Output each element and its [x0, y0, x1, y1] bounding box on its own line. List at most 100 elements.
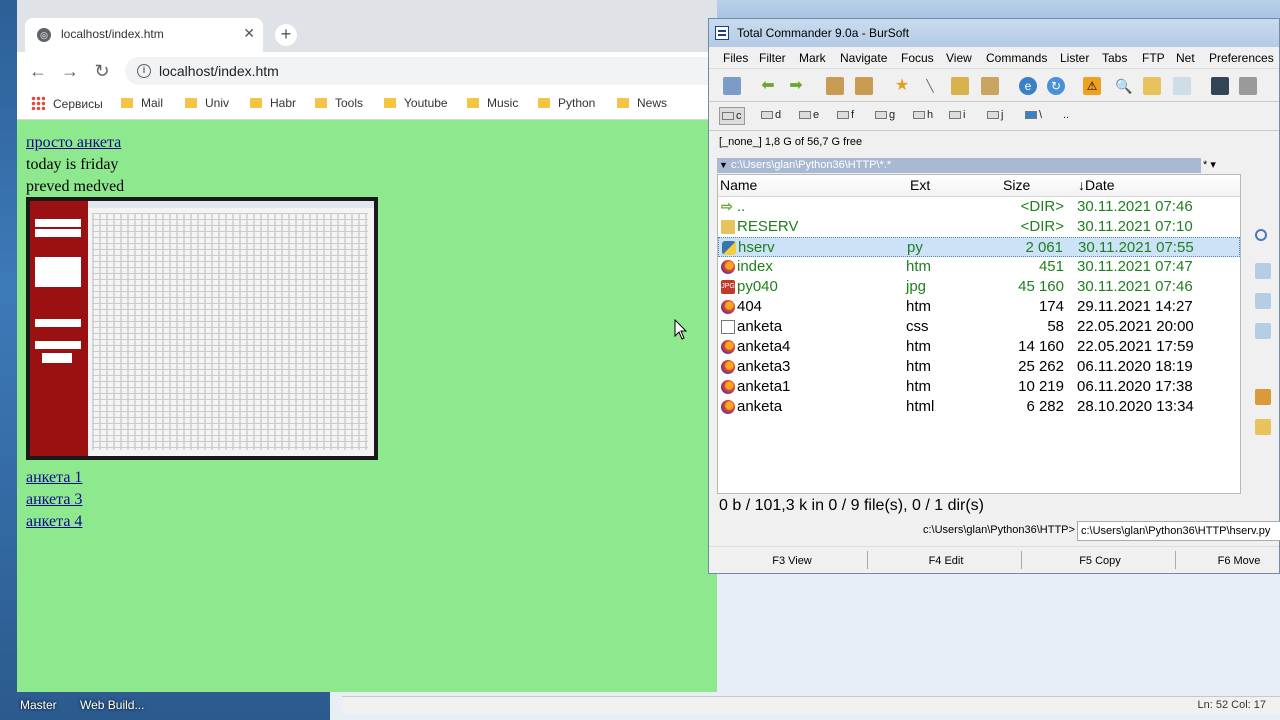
- menu-commands[interactable]: Commands: [986, 51, 1047, 65]
- file-row[interactable]: index htm 451 30.11.2021 07:47: [718, 257, 1240, 277]
- bookmark-services[interactable]: Сервисы: [31, 96, 103, 111]
- file-row[interactable]: anketa3 htm 25 262 06.11.2020 18:19: [718, 357, 1240, 377]
- forward-arrow-icon[interactable]: ➡: [787, 77, 805, 95]
- warning-icon[interactable]: ⚠: [1083, 77, 1101, 95]
- folder-icon[interactable]: [1143, 77, 1161, 95]
- tc-command-input[interactable]: [1077, 521, 1280, 541]
- compare-icon[interactable]: [951, 77, 969, 95]
- sync-icon[interactable]: ↻: [1047, 77, 1065, 95]
- col-date[interactable]: ↓Date: [1078, 177, 1115, 193]
- tree-icon[interactable]: [1239, 77, 1257, 95]
- taskbar-item-master[interactable]: Master: [20, 698, 57, 712]
- bookmark-news[interactable]: News: [617, 96, 667, 110]
- bookmark-youtube[interactable]: Youtube: [384, 96, 448, 110]
- new-folder-icon[interactable]: [1255, 419, 1271, 435]
- info-icon[interactable]: i: [137, 64, 151, 78]
- list-icon[interactable]: [1255, 293, 1271, 309]
- menu-filter[interactable]: Filter: [759, 51, 786, 65]
- link-anketa-4[interactable]: анкета 4: [26, 513, 82, 531]
- search-icon[interactable]: [1255, 229, 1267, 241]
- total-commander-window: Total Commander 9.0a - BurSoft Files Fil…: [708, 18, 1280, 574]
- f6-move-button[interactable]: F6 Move: [1179, 555, 1280, 567]
- bookmark-python[interactable]: Python: [538, 96, 595, 110]
- f4-edit-button[interactable]: F4 Edit: [871, 555, 1021, 567]
- move-icon[interactable]: [1255, 389, 1271, 405]
- drive-c-button[interactable]: c: [719, 107, 745, 125]
- file-row[interactable]: anketa1 htm 10 219 06.11.2020 17:38: [718, 377, 1240, 397]
- view-icon[interactable]: [1255, 263, 1271, 279]
- drive-root-button[interactable]: ..: [1063, 109, 1069, 121]
- close-tab-icon[interactable]: ✕: [243, 25, 255, 42]
- f3-view-button[interactable]: F3 View: [717, 555, 867, 567]
- drive-g-button[interactable]: g: [875, 109, 895, 121]
- terminal-icon[interactable]: [1211, 77, 1229, 95]
- back-arrow-icon[interactable]: ⬅: [759, 77, 777, 95]
- bookmark-tools[interactable]: Tools: [315, 96, 363, 110]
- file-row[interactable]: 404 htm 174 29.11.2021 14:27: [718, 297, 1240, 317]
- search-icon[interactable]: 🔍: [1115, 77, 1133, 95]
- tc-command-line: c:\Users\glan\Python36\HTTP>: [709, 519, 1280, 543]
- menu-lister[interactable]: Lister: [1060, 51, 1089, 65]
- link-anketa-3[interactable]: анкета 3: [26, 491, 82, 509]
- unpack-icon[interactable]: [855, 77, 873, 95]
- reload-icon[interactable]: ↻: [91, 60, 113, 82]
- pack-icon[interactable]: [826, 77, 844, 95]
- drive-j-button[interactable]: j: [987, 109, 1003, 121]
- taskbar-item-web-build[interactable]: Web Build...: [80, 698, 144, 712]
- menu-navigate[interactable]: Navigate: [840, 51, 887, 65]
- file-row[interactable]: JPG py040 jpg 45 160 30.11.2021 07:46: [718, 277, 1240, 297]
- file-name: anketa: [737, 398, 783, 415]
- details-icon[interactable]: [1255, 323, 1271, 339]
- file-row[interactable]: ⇨.. <DIR> 30.11.2021 07:46: [718, 197, 1240, 217]
- menu-focus[interactable]: Focus: [901, 51, 934, 65]
- globe-icon: ◎: [37, 28, 51, 42]
- file-row[interactable]: anketa css 58 22.05.2021 20:00: [718, 317, 1240, 337]
- drive-e-button[interactable]: e: [799, 109, 819, 121]
- new-tab-button[interactable]: +: [275, 24, 297, 46]
- menu-net[interactable]: Net: [1176, 51, 1195, 65]
- bookmark-label: Сервисы: [53, 97, 103, 111]
- f5-copy-button[interactable]: F5 Copy: [1025, 555, 1175, 567]
- drive-network-button[interactable]: \: [1025, 109, 1042, 121]
- menu-tabs[interactable]: Tabs: [1102, 51, 1127, 65]
- bookmark-habr[interactable]: Habr: [250, 96, 296, 110]
- file-row[interactable]: RESERV <DIR> 30.11.2021 07:10: [718, 217, 1240, 237]
- file-row[interactable]: anketa html 6 282 28.10.2020 13:34: [718, 397, 1240, 417]
- col-name[interactable]: Name: [720, 177, 757, 193]
- menu-ftp[interactable]: FTP: [1142, 51, 1165, 65]
- menu-view[interactable]: View: [946, 51, 972, 65]
- menu-files[interactable]: Files: [723, 51, 748, 65]
- menu-preferences[interactable]: Preferences: [1209, 51, 1274, 65]
- file-size: 174: [1038, 298, 1064, 315]
- tc-path-buttons[interactable]: * ▾: [1203, 158, 1216, 171]
- link-prosto-anketa[interactable]: просто анкета: [26, 134, 121, 152]
- bookmark-mail[interactable]: Mail: [121, 96, 163, 110]
- tc-free-space: [_none_] 1,8 G of 56,7 G free: [719, 136, 863, 148]
- file-row[interactable]: anketa4 htm 14 160 22.05.2021 17:59: [718, 337, 1240, 357]
- back-icon[interactable]: ←: [27, 60, 49, 82]
- file-row[interactable]: hserv py 2 061 30.11.2021 07:55: [718, 237, 1240, 257]
- drive-f-button[interactable]: f: [837, 109, 854, 121]
- col-size[interactable]: Size: [1003, 177, 1030, 193]
- note-icon[interactable]: [1173, 77, 1191, 95]
- bookmark-univ[interactable]: Univ: [185, 96, 229, 110]
- file-size: 14 160: [1018, 338, 1064, 355]
- link-anketa-1[interactable]: анкета 1: [26, 469, 82, 487]
- drive-i-button[interactable]: i: [949, 109, 965, 121]
- browser-tab[interactable]: ◎ localhost/index.htm ✕: [25, 18, 263, 52]
- address-url[interactable]: localhost/index.htm: [159, 63, 279, 79]
- drive-d-button[interactable]: d: [761, 109, 781, 121]
- refresh-icon[interactable]: [723, 77, 741, 95]
- address-bar[interactable]: i localhost/index.htm: [125, 57, 725, 85]
- forward-icon[interactable]: →: [59, 60, 81, 82]
- path-dropdown-icon[interactable]: ▼: [719, 158, 728, 173]
- star-icon[interactable]: ★: [893, 77, 911, 95]
- tc-path-bar[interactable]: ▼ c:\Users\glan\Python36\HTTP\*.*: [717, 158, 1201, 173]
- menu-mark[interactable]: Mark: [799, 51, 826, 65]
- drive-h-button[interactable]: h: [913, 109, 933, 121]
- col-ext[interactable]: Ext: [910, 177, 930, 193]
- clipboard-icon[interactable]: [981, 77, 999, 95]
- ie-icon[interactable]: e: [1019, 77, 1037, 95]
- wand-icon[interactable]: ╲: [921, 77, 939, 95]
- bookmark-music[interactable]: Music: [467, 96, 518, 110]
